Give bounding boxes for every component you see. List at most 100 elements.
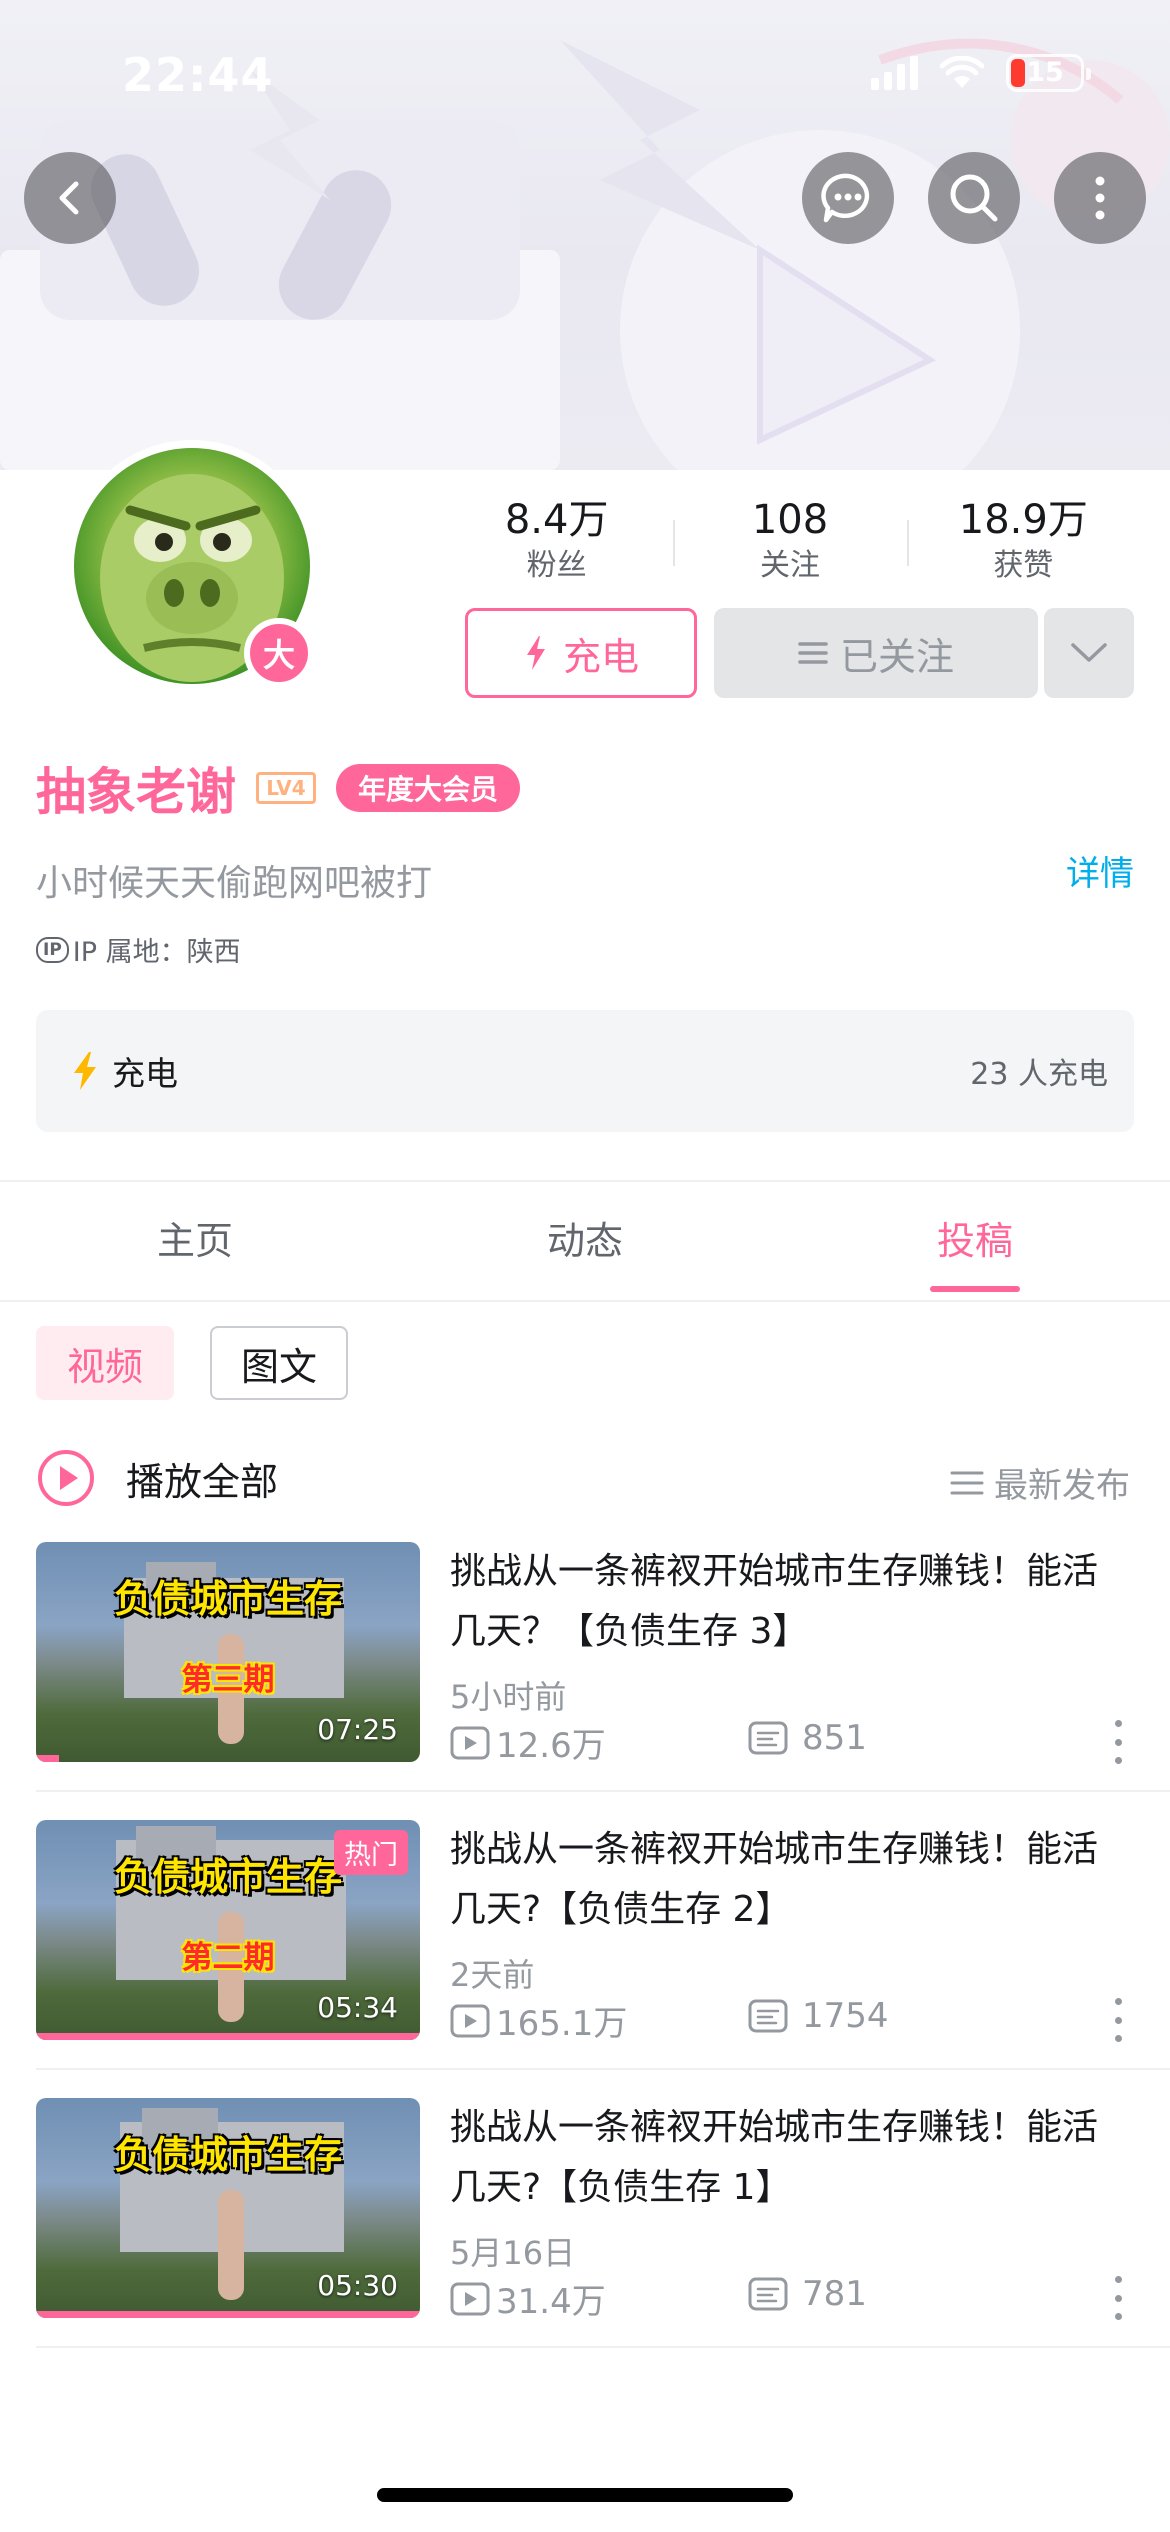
profile-banner: 22:44 15 (0, 0, 1170, 470)
video-duration: 05:34 (317, 1991, 398, 2024)
tab-uploads[interactable]: 投稿 (780, 1182, 1170, 1300)
danmaku-icon (748, 1721, 788, 1755)
video-plays: 31.4万 (450, 2274, 606, 2323)
danmaku-icon (748, 2277, 788, 2311)
message-icon (821, 173, 870, 223)
video-danmaku-count: 1754 (802, 1996, 889, 2036)
video-thumbnail[interactable]: 负债城市生存 第三期 07:25 (36, 1542, 420, 1762)
menu-lines-icon (798, 642, 828, 664)
ip-location: IP IP 属地：陕西 (36, 930, 241, 969)
menu-lines-icon (950, 1471, 984, 1494)
cellular-signal-icon (871, 56, 918, 90)
stat-following[interactable]: 108 关注 (673, 494, 906, 586)
sort-button[interactable]: 最新发布 (950, 1458, 1130, 1507)
level-badge: LV4 (256, 772, 316, 804)
thumbnail-episode: 第二期 (181, 1940, 275, 1976)
stat-fans-count: 8.4万 (504, 497, 609, 543)
sub-tab-article[interactable]: 图文 (210, 1326, 348, 1400)
message-button[interactable] (802, 152, 894, 244)
video-title[interactable]: 挑战从一条裤衩开始城市生存赚钱！能活几天?【负债生存 1】 (450, 2098, 1130, 2218)
ip-badge: IP (36, 936, 69, 963)
thumbnail-episode: 第三期 (181, 1662, 275, 1698)
battery-icon: 15 (1006, 54, 1091, 92)
hot-badge: 热门 (334, 1830, 408, 1875)
thumbnail-caption: 负债城市生存 (113, 1577, 342, 1621)
video-thumbnail[interactable]: 负债城市生存 第二期 热门 05:34 (36, 1820, 420, 2040)
tab-home[interactable]: 主页 (0, 1182, 390, 1300)
watch-progress (36, 2033, 420, 2040)
video-more-icon[interactable] (1106, 1720, 1130, 1764)
tab-dynamic[interactable]: 动态 (390, 1182, 780, 1300)
lightning-icon (74, 1052, 96, 1090)
more-button[interactable] (1054, 152, 1146, 244)
username: 抽象老谢 (36, 763, 236, 821)
video-danmaku: 781 (748, 2274, 867, 2314)
play-circle-icon (38, 1450, 94, 1506)
divider (36, 1790, 1170, 1792)
video-item[interactable]: 负债城市生存 第三期 07:25 挑战从一条裤衩开始城市生存赚钱！能活几天？【负… (36, 1542, 1170, 1766)
thumbnail-person (218, 2190, 244, 2300)
divider (0, 1300, 1170, 1302)
chevron-down-icon (1071, 643, 1107, 662)
status-icons: 15 (871, 54, 1091, 92)
video-duration: 05:30 (317, 2269, 398, 2302)
stat-fans[interactable]: 8.4万 粉丝 (440, 494, 673, 586)
video-title[interactable]: 挑战从一条裤衩开始城市生存赚钱！能活几天？【负债生存 3】 (450, 1542, 1130, 1662)
profile-tabs: 主页 动态 投稿 (0, 1182, 1170, 1300)
charge-panel-label: 充电 (112, 1054, 178, 1093)
charge-panel[interactable]: 充电 23 人充电 (36, 1010, 1134, 1132)
play-all-label: 播放全部 (126, 1459, 279, 1504)
ip-location-text: IP 属地：陕西 (72, 937, 241, 968)
play-count-icon (450, 2004, 490, 2037)
video-title[interactable]: 挑战从一条裤衩开始城市生存赚钱！能活几天?【负债生存 2】 (450, 1820, 1130, 1940)
back-chevron-icon (59, 181, 79, 215)
wifi-icon (940, 56, 984, 88)
video-date: 2天前 (450, 1956, 535, 1994)
vip-tag[interactable]: 年度大会员 (336, 764, 521, 812)
video-plays: 12.6万 (450, 1718, 606, 1767)
danmaku-icon (748, 1999, 788, 2033)
stat-likes[interactable]: 18.9万 获赞 (906, 494, 1140, 586)
watch-progress (36, 1755, 60, 1762)
search-button[interactable] (928, 152, 1020, 244)
vip-badge: 大 (244, 618, 314, 688)
stat-following-label: 关注 (759, 548, 820, 583)
video-date: 5小时前 (450, 1678, 567, 1716)
sort-label: 最新发布 (994, 1466, 1130, 1506)
search-icon (950, 174, 998, 222)
followed-button[interactable]: 已关注 (714, 608, 1038, 698)
video-danmaku: 1754 (748, 1996, 889, 2036)
video-plays-count: 31.4万 (496, 2282, 606, 2322)
profile-stats: 8.4万 粉丝 108 关注 18.9万 获赞 (440, 494, 1140, 586)
video-plays-count: 12.6万 (496, 1726, 606, 1766)
video-danmaku: 851 (748, 1718, 867, 1758)
follow-dropdown-button[interactable] (1044, 608, 1134, 698)
sub-tab-video[interactable]: 视频 (36, 1326, 174, 1400)
divider (36, 2346, 1170, 2348)
detail-link[interactable]: 详情 (1066, 846, 1134, 895)
more-vertical-icon (1095, 176, 1105, 220)
video-more-icon[interactable] (1106, 2276, 1130, 2320)
video-date: 5月16日 (450, 2234, 576, 2272)
watch-progress (36, 2311, 420, 2318)
play-all-button[interactable]: 播放全部 (36, 1448, 278, 1508)
charge-button[interactable]: 充电 (465, 608, 697, 698)
video-more-icon[interactable] (1106, 1998, 1130, 2042)
video-thumbnail[interactable]: 负债城市生存 05:30 (36, 2098, 420, 2318)
home-indicator[interactable] (377, 2488, 793, 2502)
stat-following-count: 108 (751, 497, 829, 543)
play-count-icon (450, 2282, 490, 2315)
video-plays-count: 165.1万 (496, 2004, 628, 2044)
video-danmaku-count: 781 (802, 2274, 867, 2314)
video-plays: 165.1万 (450, 1996, 627, 2045)
video-danmaku-count: 851 (802, 1718, 867, 1758)
video-duration: 07:25 (317, 1713, 398, 1746)
status-time: 22:44 (122, 48, 274, 102)
thumbnail-caption: 负债城市生存 (113, 2133, 342, 2177)
charge-button-label: 充电 (562, 634, 639, 679)
video-item[interactable]: 负债城市生存 第二期 热门 05:34 挑战从一条裤衩开始城市生存赚钱！能活几天… (36, 1820, 1170, 2044)
video-item[interactable]: 负债城市生存 05:30 挑战从一条裤衩开始城市生存赚钱！能活几天?【负债生存 … (36, 2098, 1170, 2322)
back-button[interactable] (24, 152, 116, 244)
battery-level: 15 (1026, 57, 1064, 88)
stat-likes-count: 18.9万 (958, 497, 1088, 543)
